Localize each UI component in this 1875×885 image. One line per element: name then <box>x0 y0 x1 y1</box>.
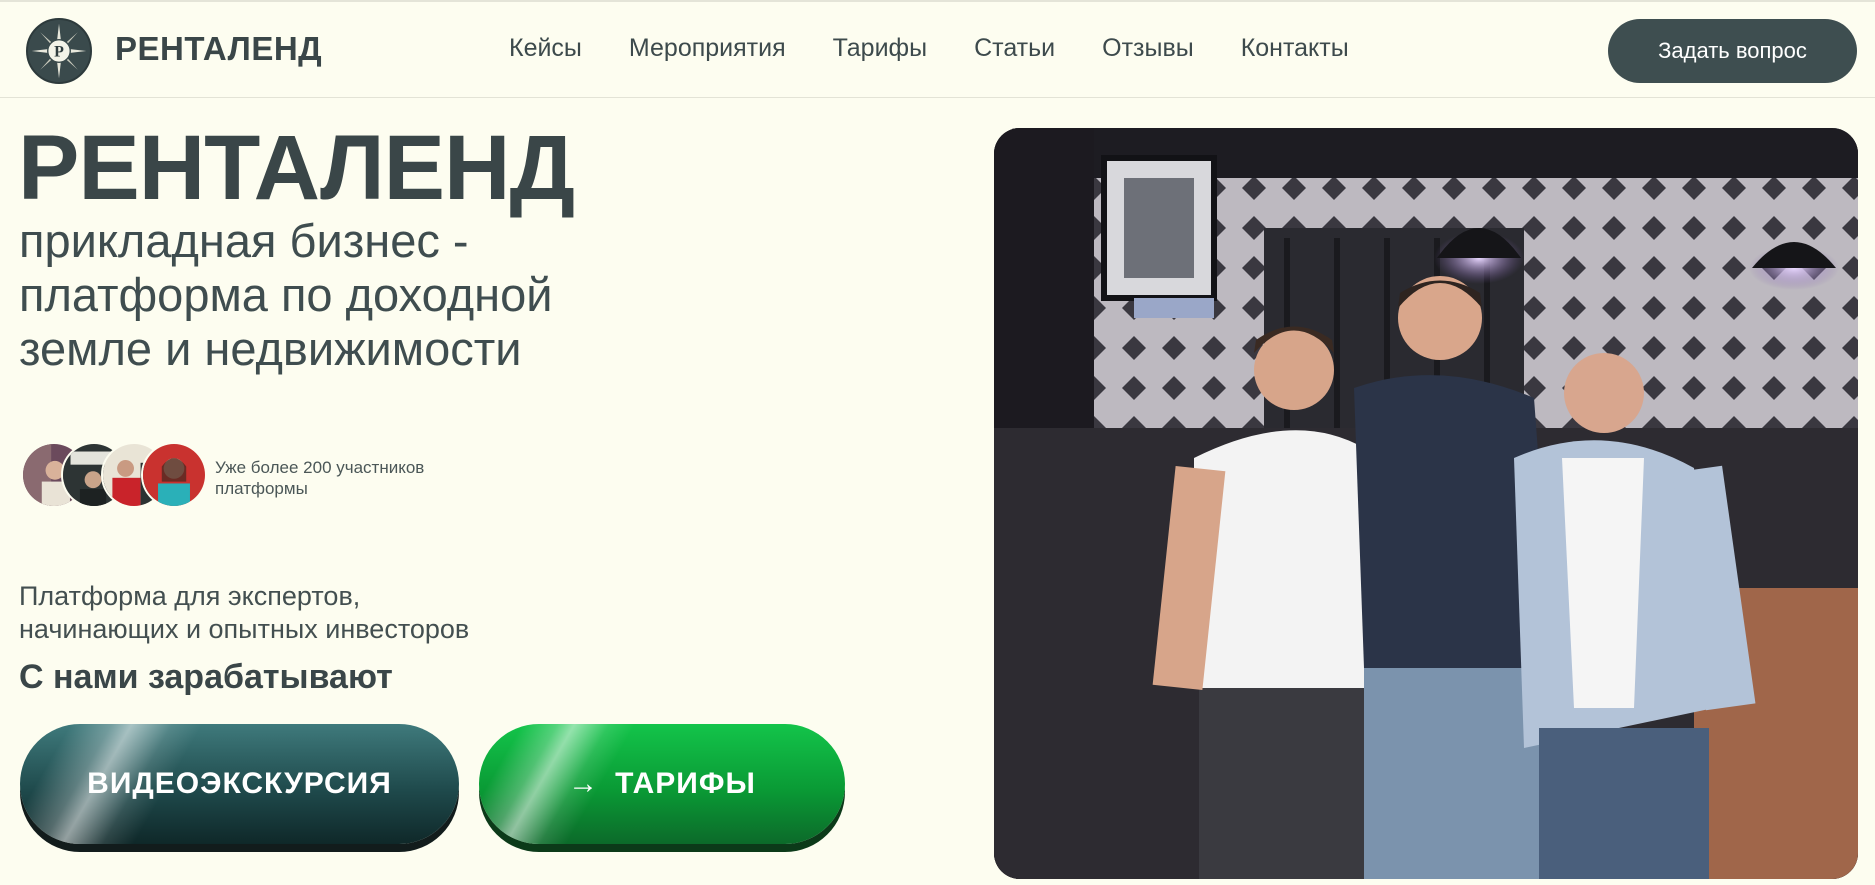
main-nav: Кейсы Мероприятия Тарифы Статьи Отзывы К… <box>509 34 1396 63</box>
arrow-right-icon: → <box>568 767 600 800</box>
hero-subtitle-line: прикладная бизнес - <box>19 214 469 267</box>
nav-reviews[interactable]: Отзывы <box>1102 34 1194 63</box>
hero-title: РЕНТАЛЕНД <box>18 117 575 219</box>
tariffs-button[interactable]: → ТАРИФЫ <box>479 724 845 844</box>
hero-subtitle-line: земле и недвижимости <box>19 322 522 375</box>
nav-articles[interactable]: Статьи <box>974 34 1055 63</box>
description-line: начинающих и опытных инвесторов <box>19 614 470 644</box>
hero-photo <box>994 128 1858 879</box>
compass-logo-icon[interactable]: P <box>26 18 92 84</box>
video-tour-button[interactable]: ВИДЕОЭКСКУРСИЯ <box>20 724 459 844</box>
video-tour-label: ВИДЕОЭКСКУРСИЯ <box>87 767 392 800</box>
hero-subtitle: прикладная бизнес - платформа по доходно… <box>19 214 639 376</box>
avatar <box>141 442 207 508</box>
members-count: Уже более 200 участников платформы <box>215 458 425 498</box>
ask-question-button[interactable]: Задать вопрос <box>1608 19 1857 83</box>
brand-name[interactable]: РЕНТАЛЕНД <box>115 30 322 68</box>
nav-contacts[interactable]: Контакты <box>1241 34 1349 63</box>
nav-events[interactable]: Мероприятия <box>629 34 786 63</box>
description-line: Платформа для экспертов, <box>19 581 361 611</box>
nav-tariffs[interactable]: Тарифы <box>833 34 927 63</box>
logo-letter: P <box>54 44 64 61</box>
platform-description: Платформа для экспертов, начинающих и оп… <box>19 580 539 646</box>
earn-heading: С нами зарабатывают <box>19 658 393 696</box>
nav-cases[interactable]: Кейсы <box>509 34 582 63</box>
tariffs-label: ТАРИФЫ <box>615 767 756 800</box>
hero-subtitle-line: платформа по доходной <box>19 268 553 321</box>
site-header: P РЕНТАЛЕНД Кейсы Мероприятия Тарифы Ста… <box>0 0 1875 98</box>
member-avatars <box>21 442 207 510</box>
